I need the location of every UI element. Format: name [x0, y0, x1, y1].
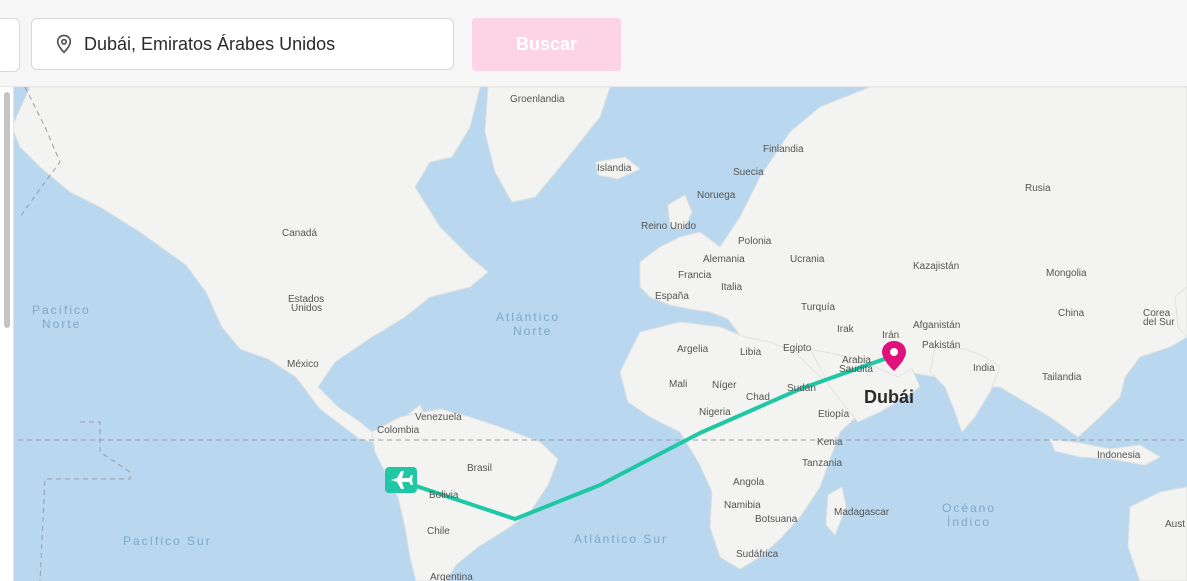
label-colombia: Colombia: [377, 425, 420, 436]
label-norway: Noruega: [697, 190, 736, 201]
label-turkey: Turquía: [801, 302, 836, 313]
label-afghanistan: Afganistán: [913, 320, 960, 331]
label-botswana: Botsuana: [755, 514, 798, 525]
label-china: China: [1058, 308, 1085, 319]
ocean-north-atlantic-2: Norte: [513, 324, 552, 338]
label-libya: Libia: [740, 347, 762, 358]
label-south-africa: Sudáfrica: [736, 549, 779, 560]
destination-search-input[interactable]: Dubái, Emiratos Árabes Unidos: [31, 18, 454, 70]
label-italy: Italia: [721, 282, 743, 293]
label-argentina: Argentina: [430, 572, 473, 581]
ocean-south-pacific: Pacífico Sur: [123, 534, 212, 548]
ocean-north-atlantic-1: Atlántico: [496, 310, 560, 324]
label-finland: Finlandia: [763, 144, 804, 155]
label-pakistan: Pakistán: [922, 340, 960, 351]
label-sweden: Suecia: [733, 167, 764, 178]
label-indonesia: Indonesia: [1097, 450, 1141, 461]
label-mexico: México: [287, 359, 319, 370]
destination-city-label: Dubái: [864, 387, 914, 407]
label-madagascar: Madagascar: [834, 507, 890, 518]
label-iceland: Islandia: [597, 163, 632, 174]
label-sudan: Sudán: [787, 383, 816, 394]
label-germany: Alemania: [703, 254, 745, 265]
label-namibia: Namibia: [724, 500, 761, 511]
label-greenland: Groenlandia: [510, 94, 565, 105]
label-mali: Mali: [669, 379, 687, 390]
label-egypt: Egipto: [783, 343, 812, 354]
label-saudi-2: Saudita: [839, 364, 873, 375]
origin-field[interactable]: [0, 18, 20, 72]
search-button[interactable]: Buscar: [472, 18, 621, 71]
label-thailand: Tailandia: [1042, 372, 1082, 383]
landmasses: [11, 87, 1187, 581]
label-chile: Chile: [427, 526, 450, 537]
label-tanzania: Tanzania: [802, 458, 842, 469]
label-spain: España: [655, 291, 689, 302]
label-iran: Irán: [882, 330, 899, 341]
label-kenya: Kenia: [817, 437, 843, 448]
ocean-indian-2: Índico: [947, 514, 991, 529]
label-brazil: Brasil: [467, 463, 492, 474]
label-us-2: Unidos: [291, 303, 322, 314]
label-bolivia: Bolivia: [429, 490, 459, 501]
label-ukraine: Ucrania: [790, 254, 825, 265]
label-ethiopia: Etiopía: [818, 409, 850, 420]
ocean-north-pacific-1: Pacífico: [32, 303, 91, 317]
label-nigeria: Nigeria: [699, 407, 731, 418]
ocean-north-pacific-2: Norte: [42, 317, 81, 331]
label-iraq: Irak: [837, 324, 855, 335]
label-uk: Reino Unido: [641, 221, 696, 232]
label-mongolia: Mongolia: [1046, 268, 1087, 279]
label-poland: Polonia: [738, 236, 772, 247]
label-algeria: Argelia: [677, 344, 709, 355]
map-scrollbar-thumb[interactable]: [4, 92, 10, 328]
label-niger: Níger: [712, 380, 737, 391]
destination-value: Dubái, Emiratos Árabes Unidos: [84, 33, 336, 54]
label-australia: Aust: [1165, 519, 1185, 530]
label-korea-2: del Sur: [1143, 317, 1175, 328]
label-canada: Canadá: [282, 228, 317, 239]
search-bar: Dubái, Emiratos Árabes Unidos Buscar: [0, 0, 1187, 87]
label-france: Francia: [678, 270, 712, 281]
flight-map[interactable]: Groenlandia Finlandia Islandia Suecia Ru…: [0, 87, 1187, 581]
label-russia: Rusia: [1025, 183, 1051, 194]
location-pin-icon: [54, 34, 74, 54]
label-venezuela: Venezuela: [415, 412, 462, 423]
label-kazakhstan: Kazajistán: [913, 261, 959, 272]
map-canvas: Groenlandia Finlandia Islandia Suecia Ru…: [0, 87, 1187, 581]
label-chad: Chad: [746, 392, 770, 403]
label-india: India: [973, 363, 995, 374]
label-angola: Angola: [733, 477, 765, 488]
ocean-south-atlantic: Atlántico Sur: [574, 532, 668, 546]
ocean-indian-1: Océano: [942, 501, 996, 515]
airplane-icon[interactable]: [385, 467, 417, 493]
